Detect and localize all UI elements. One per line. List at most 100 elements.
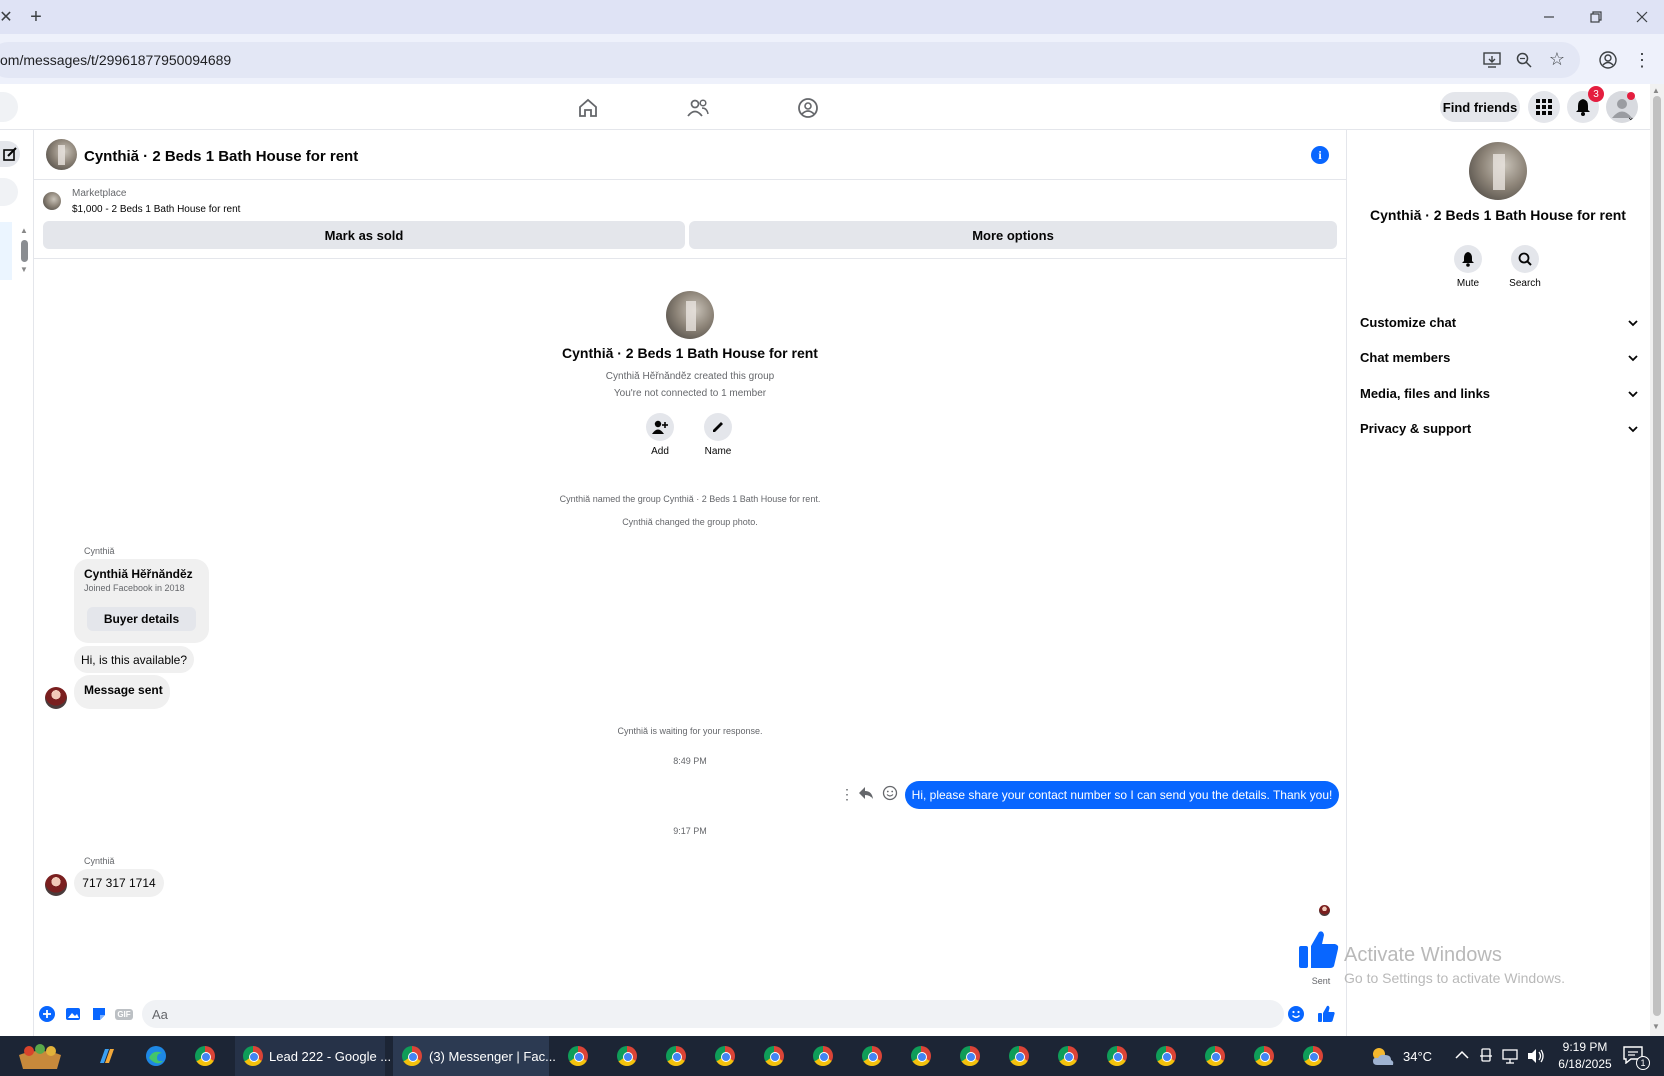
chrome-profile-icon[interactable] (1298, 1041, 1328, 1071)
clock-date[interactable]: 6/18/2025 (1550, 1057, 1620, 1071)
chrome-profile-icon[interactable] (1200, 1041, 1230, 1071)
chat-title[interactable]: Cynthiă · 2 Beds 1 Bath House for rent (84, 148, 358, 165)
message-sent-bubble[interactable]: Message sent (74, 675, 170, 709)
message-input[interactable]: Aa (142, 1000, 1284, 1028)
reply-icon[interactable] (858, 786, 874, 805)
chrome-profile-icon[interactable] (955, 1041, 985, 1071)
network-icon[interactable] (1502, 1048, 1520, 1069)
phone-message-bubble[interactable]: 717 317 1714 (74, 869, 164, 897)
taskbar-app-messenger[interactable]: (3) Messenger | Fac... (429, 1049, 556, 1064)
close-window-icon[interactable] (1630, 5, 1654, 29)
emoji-icon[interactable] (1287, 1005, 1305, 1023)
chrome-profile-icon[interactable] (759, 1041, 789, 1071)
chat-list-scroll-thumb[interactable] (21, 240, 28, 262)
chrome-profile-icon[interactable] (563, 1041, 593, 1071)
group-avatar[interactable] (666, 291, 714, 339)
chat-avatar[interactable] (46, 139, 77, 170)
chrome-profile-icon[interactable] (1102, 1041, 1132, 1071)
info-icon[interactable]: i (1311, 146, 1329, 164)
sender-avatar[interactable] (45, 874, 67, 896)
sender-name: Cynthiă (84, 856, 115, 866)
buyer-joined: Joined Facebook in 2018 (84, 583, 185, 593)
zoom-icon[interactable] (1512, 48, 1536, 72)
minimize-icon[interactable] (1537, 5, 1561, 29)
chrome-profile-icon[interactable] (906, 1041, 936, 1071)
page-scroll-up-icon[interactable]: ▲ (1652, 86, 1660, 95)
photo-icon[interactable] (64, 1005, 82, 1023)
chat-members-item[interactable]: Chat members (1360, 350, 1638, 365)
panel-avatar[interactable] (1469, 142, 1527, 200)
chrome-profile-icon[interactable] (1004, 1041, 1034, 1071)
clock-time[interactable]: 9:19 PM (1550, 1040, 1620, 1054)
install-app-icon[interactable] (1480, 48, 1504, 72)
url-text[interactable]: om/messages/t/29961877950094689 (0, 52, 231, 68)
weather-temp[interactable]: 34°C (1403, 1049, 1432, 1064)
taskbar-app-lead[interactable]: Lead 222 - Google ... (269, 1049, 391, 1064)
media-files-links-item[interactable]: Media, files and links (1360, 386, 1638, 401)
chrome-profile-icon[interactable] (808, 1041, 838, 1071)
account-chevron-icon[interactable]: ⌄ (1627, 112, 1635, 123)
send-like-icon[interactable] (1317, 1005, 1335, 1023)
chevron-up-icon[interactable] (1455, 1047, 1469, 1063)
outgoing-message-bubble[interactable]: Hi, please share your contact number so … (905, 781, 1339, 809)
add-person-icon[interactable] (646, 413, 674, 441)
page-scroll-down-icon[interactable]: ▼ (1652, 1022, 1660, 1031)
edge-icon[interactable] (141, 1041, 171, 1071)
buyer-name: Cynthiă Hĕřnăndĕz (84, 567, 193, 581)
buyer-details-button[interactable]: Buyer details (87, 607, 196, 631)
gif-icon[interactable]: GIF (114, 1005, 134, 1023)
divider (34, 258, 1346, 259)
new-tab-button[interactable]: + (24, 5, 48, 29)
widgets-icon[interactable] (14, 1041, 66, 1071)
chrome-profile-icon[interactable] (1249, 1041, 1279, 1071)
chrome-profile-icon[interactable] (710, 1041, 740, 1071)
home-icon[interactable] (575, 95, 601, 121)
thumbs-up-icon[interactable] (1297, 928, 1341, 977)
bookmark-star-icon[interactable]: ☆ (1545, 47, 1569, 71)
find-friends-button[interactable]: Find friends (1440, 92, 1520, 122)
chevron-down-icon (1628, 386, 1638, 401)
listing-title[interactable]: $1,000 - 2 Beds 1 Bath House for rent (72, 204, 240, 215)
friends-icon[interactable] (685, 95, 711, 121)
chrome-profile-icon[interactable] (857, 1041, 887, 1071)
chrome-profile-icon[interactable] (1053, 1041, 1083, 1071)
scroll-down-icon[interactable]: ▼ (20, 265, 28, 274)
more-options-button[interactable]: More options (689, 221, 1337, 249)
chrome-icon[interactable] (190, 1041, 220, 1071)
browser-menu-icon[interactable]: ⋮ (1630, 48, 1654, 72)
menu-grid-icon[interactable] (1528, 91, 1560, 123)
weather-icon[interactable] (1367, 1041, 1397, 1071)
plus-circle-icon[interactable] (38, 1005, 56, 1023)
mute-bell-icon[interactable] (1454, 245, 1482, 273)
not-connected-text: You're not connected to 1 member (613, 388, 767, 399)
meet-now-icon[interactable] (1478, 1048, 1494, 1069)
copilot-icon[interactable] (92, 1041, 122, 1071)
sticker-icon[interactable] (90, 1005, 108, 1023)
volume-icon[interactable] (1527, 1048, 1545, 1069)
page-scroll-thumb[interactable] (1653, 96, 1661, 1016)
react-emoji-icon[interactable] (882, 785, 898, 806)
account-status-dot (1627, 92, 1635, 100)
groups-icon[interactable] (795, 95, 821, 121)
mark-as-sold-button[interactable]: Mark as sold (43, 221, 685, 249)
chrome-profile-icon[interactable] (661, 1041, 691, 1071)
search-icon[interactable] (1511, 245, 1539, 273)
privacy-support-item[interactable]: Privacy & support (1360, 421, 1638, 436)
chrome-profile-icon[interactable] (238, 1041, 268, 1071)
sender-avatar[interactable] (45, 687, 67, 709)
customize-chat-item[interactable]: Customize chat (1360, 315, 1638, 330)
edit-name-icon[interactable] (704, 413, 732, 441)
close-tab-icon[interactable]: ✕ (0, 5, 18, 29)
profile-icon[interactable] (1596, 48, 1620, 72)
url-field[interactable] (0, 42, 1580, 78)
more-actions-icon[interactable]: ⋮ (840, 786, 854, 803)
chrome-profile-icon[interactable] (612, 1041, 642, 1071)
chat-list-selected-item[interactable] (0, 222, 12, 280)
chrome-profile-icon[interactable] (1151, 1041, 1181, 1071)
message-bubble[interactable]: Hi, is this available? (74, 646, 194, 673)
chrome-profile-icon[interactable] (397, 1041, 427, 1071)
scroll-up-icon[interactable]: ▲ (20, 226, 28, 235)
restore-icon[interactable] (1584, 5, 1608, 29)
waiting-notice: Cynthiă is waiting for your response. (617, 726, 763, 736)
listing-thumbnail[interactable] (43, 192, 61, 210)
